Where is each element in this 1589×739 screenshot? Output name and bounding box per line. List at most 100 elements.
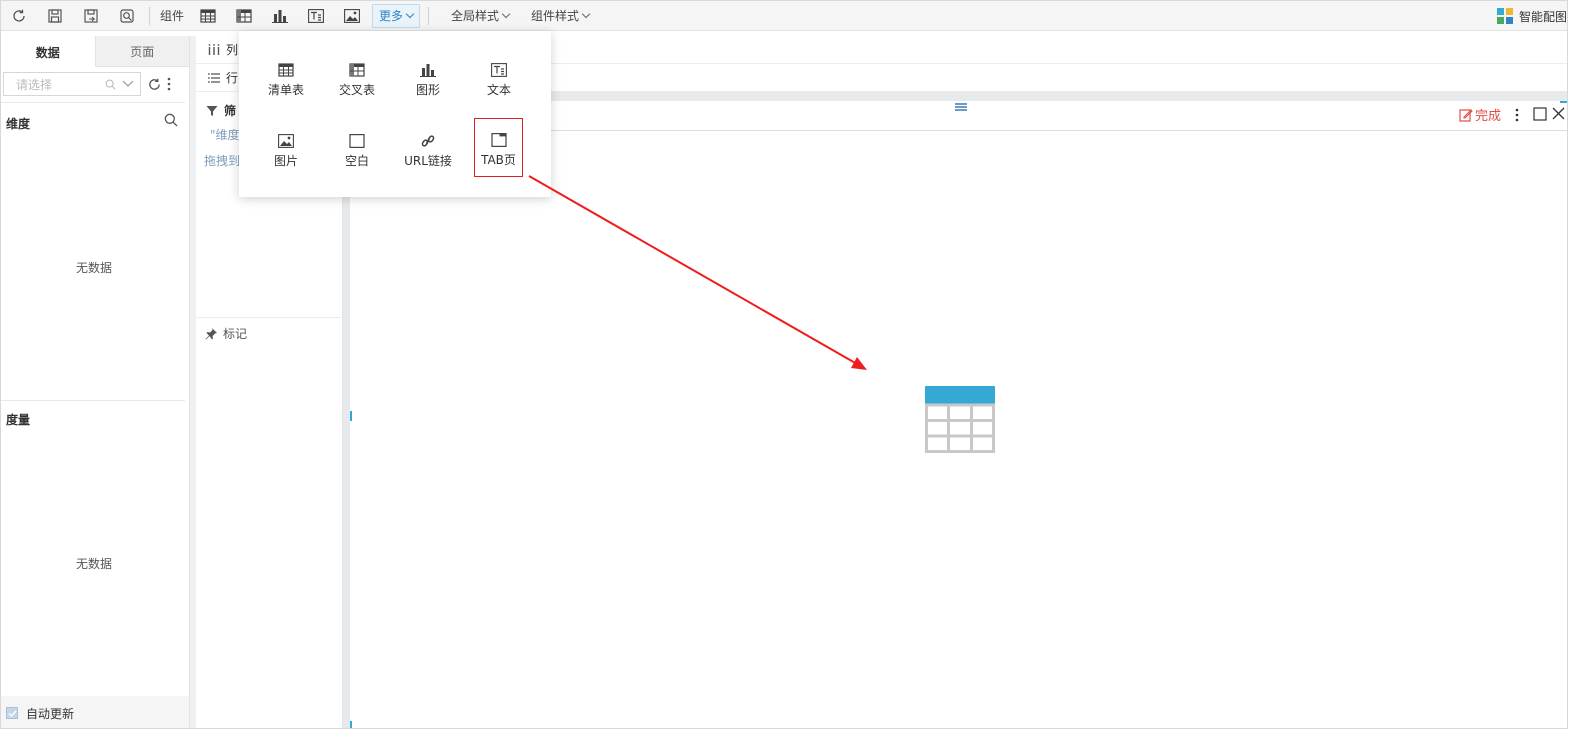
- table-placeholder-icon: [925, 386, 995, 453]
- columns-label: 列: [226, 43, 239, 57]
- more-vertical-icon[interactable]: [1515, 108, 1519, 122]
- resize-handle-bottom[interactable]: [954, 728, 966, 729]
- cross-table-button[interactable]: [226, 2, 262, 30]
- smart-chart-button[interactable]: 智能配图: [1496, 1, 1567, 31]
- save-button[interactable]: [37, 2, 73, 30]
- component-label: 组件: [160, 9, 185, 23]
- image-icon: [344, 8, 360, 23]
- mark-section[interactable]: 标记: [205, 325, 247, 342]
- toolbar: 组件 更多 全局样式 组件样式 智能配图: [1, 1, 1567, 31]
- toolbar-divider: [428, 6, 430, 25]
- menu-item-chart[interactable]: 图形: [398, 61, 458, 115]
- refresh-button[interactable]: [1, 2, 37, 30]
- tab-page[interactable]: 页面: [94, 36, 189, 67]
- text-icon: [491, 63, 507, 77]
- global-style-label: 全局样式: [451, 9, 500, 23]
- menu-item-label: 文本: [486, 83, 511, 97]
- smart-chart-label: 智能配图: [1518, 9, 1567, 24]
- resize-handle-left[interactable]: [350, 411, 352, 421]
- dimension-empty-text: 无数据: [75, 261, 112, 275]
- refresh-icon: [13, 9, 25, 22]
- rows-icon: [208, 72, 220, 83]
- image-button[interactable]: [334, 2, 370, 30]
- dimension-title: 维度: [6, 117, 31, 131]
- bar-chart-icon: [272, 9, 289, 23]
- save-as-button[interactable]: [73, 2, 109, 30]
- save-icon: [48, 8, 62, 23]
- chevron-down-icon: [122, 80, 134, 87]
- measure-empty-text: 无数据: [75, 557, 112, 571]
- done-button[interactable]: 完成: [1459, 105, 1501, 124]
- component-style-dropdown[interactable]: 组件样式: [521, 7, 601, 24]
- auto-update-checkbox[interactable]: [6, 707, 18, 719]
- edit-icon: [1459, 108, 1473, 122]
- preview-icon: [120, 8, 134, 23]
- resize-corner-top-right[interactable]: [1560, 101, 1567, 110]
- smart-chart-icon: [1496, 8, 1513, 24]
- menu-item-label: URL链接: [404, 154, 452, 168]
- blank-icon: [349, 134, 365, 148]
- chart-button[interactable]: [262, 2, 298, 30]
- cross-table-icon: [349, 63, 365, 77]
- component-style-label: 组件样式: [531, 9, 580, 23]
- refresh-icon[interactable]: [147, 77, 162, 92]
- list-table-icon: [200, 8, 216, 23]
- resize-handle-right[interactable]: [1567, 411, 1568, 421]
- menu-item-label: 图片: [273, 154, 298, 168]
- panel-tabs: 数据 页面: [1, 36, 189, 67]
- auto-update-row[interactable]: 自动更新: [1, 696, 189, 728]
- menu-item-image[interactable]: 图片: [256, 132, 316, 186]
- done-label: 完成: [1474, 109, 1501, 124]
- tab-data[interactable]: 数据: [1, 36, 95, 67]
- select-placeholder: 请选择: [16, 77, 53, 92]
- menu-item-label: TAB页: [481, 153, 516, 167]
- check-icon: [8, 710, 17, 717]
- more-dropdown-button[interactable]: 更多: [372, 3, 421, 28]
- menu-item-cross-table[interactable]: 交叉表: [327, 61, 387, 115]
- rows-label: 行: [226, 71, 239, 85]
- menu-item-list-table[interactable]: 清单表: [256, 61, 316, 115]
- list-table-icon: [278, 63, 294, 77]
- chevron-down-icon: [501, 9, 511, 19]
- menu-item-label: 清单表: [267, 83, 304, 97]
- dataset-select-row: 请选择: [3, 71, 188, 97]
- app-frame: 组件 更多 全局样式 组件样式 智能配图 数据 页面 请选择 维度 无数据 度量…: [0, 0, 1568, 729]
- more-label: 更多: [379, 9, 404, 23]
- text-button[interactable]: [298, 2, 334, 30]
- measure-title: 度量: [6, 413, 31, 427]
- menu-item-tab-page[interactable]: TAB页: [474, 118, 523, 177]
- search-icon: [105, 79, 116, 89]
- data-panel: 数据 页面 请选择 维度 无数据 度量 无数据 自动更新: [1, 36, 190, 728]
- columns-icon: [208, 43, 220, 55]
- save-as-icon: [84, 8, 98, 23]
- toolbar-divider: [149, 6, 150, 25]
- filter-section: 筛: [206, 102, 236, 119]
- more-vertical-icon[interactable]: [167, 77, 171, 91]
- tab-page-icon: [490, 133, 507, 147]
- link-icon: [421, 135, 435, 147]
- preview-button[interactable]: [109, 2, 145, 30]
- divider: [196, 317, 343, 318]
- filter-hint: "维度: [210, 128, 240, 142]
- menu-item-label: 图形: [415, 83, 440, 97]
- menu-item-text[interactable]: 文本: [469, 61, 529, 115]
- auto-update-label: 自动更新: [26, 706, 75, 721]
- search-icon[interactable]: [164, 113, 178, 127]
- image-icon: [278, 134, 294, 148]
- filter-label: 筛: [224, 104, 237, 118]
- dataset-select[interactable]: 请选择: [3, 72, 141, 96]
- global-style-dropdown[interactable]: 全局样式: [433, 7, 521, 24]
- bar-chart-icon: [420, 64, 436, 77]
- resize-corner-bottom-left[interactable]: [350, 721, 359, 728]
- filter-drag-hint: 拖拽到: [204, 154, 241, 168]
- resize-corner-bottom-right[interactable]: [1560, 721, 1567, 728]
- chevron-down-icon: [405, 9, 415, 19]
- divider: [1, 400, 185, 401]
- menu-item-url-link[interactable]: URL链接: [398, 132, 458, 186]
- menu-item-blank[interactable]: 空白: [327, 132, 387, 186]
- filter-icon: [206, 105, 218, 116]
- text-icon: [308, 8, 324, 23]
- list-table-button[interactable]: [190, 2, 226, 30]
- mark-label: 标记: [223, 327, 248, 341]
- maximize-icon[interactable]: [1533, 107, 1547, 121]
